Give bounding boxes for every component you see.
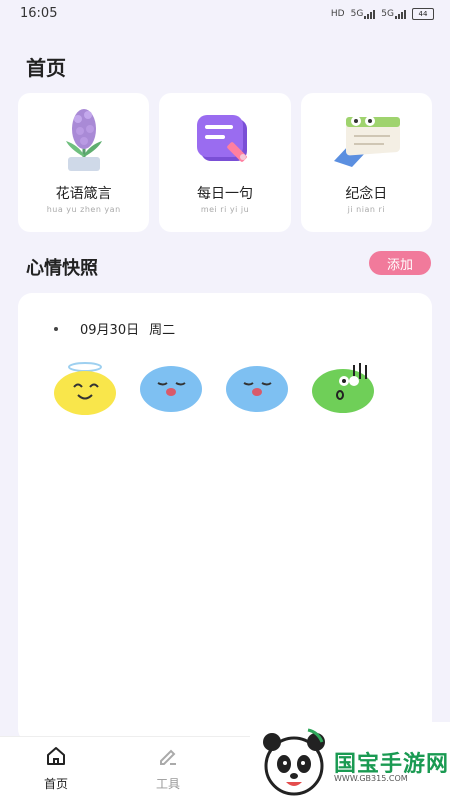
mood-date: 09月30日 bbox=[80, 323, 140, 338]
watermark-sub: WWW.GB315.COM bbox=[334, 774, 408, 783]
tab-home[interactable]: 首页 bbox=[21, 745, 91, 792]
status-time: 16:05 bbox=[20, 6, 58, 21]
frozen-face-icon[interactable] bbox=[310, 359, 376, 415]
hyacinth-icon bbox=[65, 109, 102, 171]
card-anniversary[interactable]: 纪念日 ji nian ri bbox=[300, 93, 432, 232]
calendar-icon bbox=[334, 116, 401, 167]
tab-label: 工具 bbox=[155, 777, 180, 791]
edit-icon bbox=[160, 749, 176, 765]
tab-tools[interactable]: 工具 bbox=[133, 745, 203, 792]
home-icon bbox=[47, 747, 65, 765]
card-pinyin: mei ri yi ju bbox=[200, 205, 250, 214]
card-title: 纪念日 bbox=[345, 186, 388, 202]
sad-face-icon[interactable] bbox=[138, 359, 204, 415]
mood-section-title: 心情快照 bbox=[26, 258, 98, 279]
note-pencil-icon bbox=[196, 115, 247, 162]
mood-weekday: 周二 bbox=[149, 323, 176, 338]
mood-faces bbox=[52, 359, 376, 415]
card-daily-quote[interactable]: 每日一句 mei ri yi ju bbox=[159, 93, 291, 232]
tab-label: 首页 bbox=[43, 777, 68, 791]
mood-date-row: 09月30日 周二 bbox=[54, 319, 175, 338]
status-bar: 16:05 HD 5G 5G 44 bbox=[0, 0, 450, 30]
mood-snapshot-card: 09月30日 周二 bbox=[18, 293, 432, 743]
card-pinyin: ji nian ri bbox=[347, 205, 385, 214]
status-icons: HD 5G 5G 44 bbox=[331, 8, 434, 20]
card-title: 每日一句 bbox=[196, 186, 253, 202]
feature-cards: 花语箴言 hua yu zhen yan 每日一句 mei ri yi ju 纪… bbox=[18, 93, 432, 232]
card-title: 花语箴言 bbox=[55, 186, 112, 202]
card-flower-words[interactable]: 花语箴言 hua yu zhen yan bbox=[18, 93, 150, 232]
bullet-icon bbox=[54, 326, 58, 331]
signal-icon: 5G bbox=[351, 9, 376, 19]
signal-icon-2: 5G bbox=[381, 9, 406, 19]
hd-icon: HD bbox=[330, 9, 345, 19]
page-title: 首页 bbox=[26, 56, 66, 80]
watermark: 国宝手游网 WWW.GB315.COM bbox=[250, 722, 450, 800]
panda-logo-icon bbox=[263, 728, 325, 796]
card-pinyin: hua yu zhen yan bbox=[46, 205, 121, 214]
battery-icon: 44 bbox=[412, 8, 434, 20]
sad-face-icon[interactable] bbox=[224, 359, 290, 415]
angel-face-icon[interactable] bbox=[52, 359, 118, 415]
add-mood-button[interactable]: 添加 bbox=[369, 251, 431, 275]
